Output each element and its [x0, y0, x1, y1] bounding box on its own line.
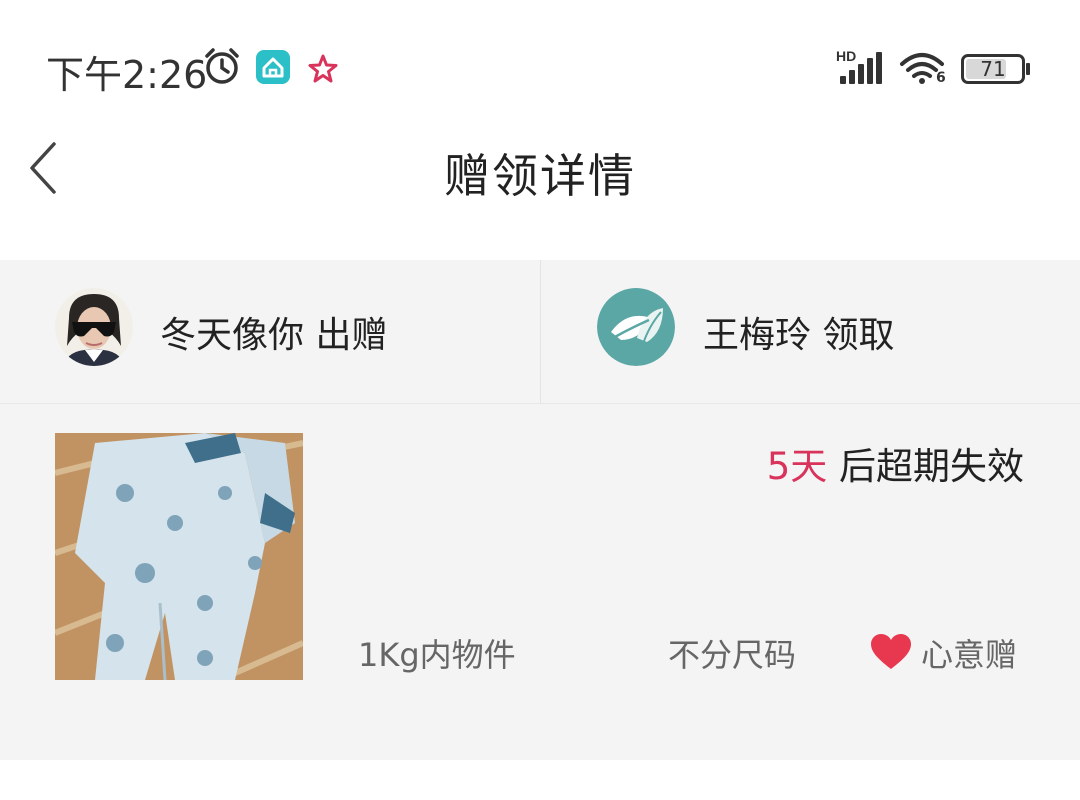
expire-suffix: 后超期失效	[827, 445, 1024, 488]
battery-icon: 71	[961, 54, 1025, 84]
receiver-avatar[interactable]	[597, 288, 675, 366]
alarm-icon	[205, 48, 239, 84]
page-title: 赠领详情	[444, 149, 636, 203]
giver-label: 冬天像你 出赠	[160, 315, 388, 356]
giver-row[interactable]: 冬天像你 出赠	[0, 260, 540, 404]
status-bar: 下午2:26 HD 6 71	[0, 0, 1080, 120]
heart-icon	[871, 634, 911, 669]
status-time: 下午2:26	[46, 53, 208, 97]
battery-tip	[1026, 63, 1030, 75]
item-photo[interactable]	[55, 433, 303, 680]
expire-days: 5天	[766, 445, 828, 488]
item-weight: 1Kg内物件	[358, 636, 516, 674]
parties-panel: 冬天像你 出赠 王梅玲 领取	[0, 260, 1080, 404]
signal-icon	[840, 52, 882, 84]
receiver-label: 王梅玲 领取	[703, 315, 895, 356]
leaf-icon	[597, 288, 675, 366]
battery-level: 71	[980, 57, 1006, 81]
gift-type: 心意赠	[921, 636, 1018, 674]
home-app-icon	[256, 50, 290, 84]
giver-avatar[interactable]	[55, 288, 133, 366]
star-icon	[308, 54, 338, 83]
wifi-sub-label: 6	[936, 70, 946, 86]
nav-bar: 赠领详情	[0, 120, 1080, 260]
receiver-row[interactable]: 王梅玲 领取	[540, 260, 1080, 404]
item-card[interactable]: 5天 后超期失效 1Kg内物件 不分尺码 心意赠	[0, 404, 1080, 760]
item-size: 不分尺码	[668, 636, 797, 674]
expire-notice: 5天 后超期失效	[767, 436, 1024, 490]
bottom-strip	[0, 760, 1080, 800]
